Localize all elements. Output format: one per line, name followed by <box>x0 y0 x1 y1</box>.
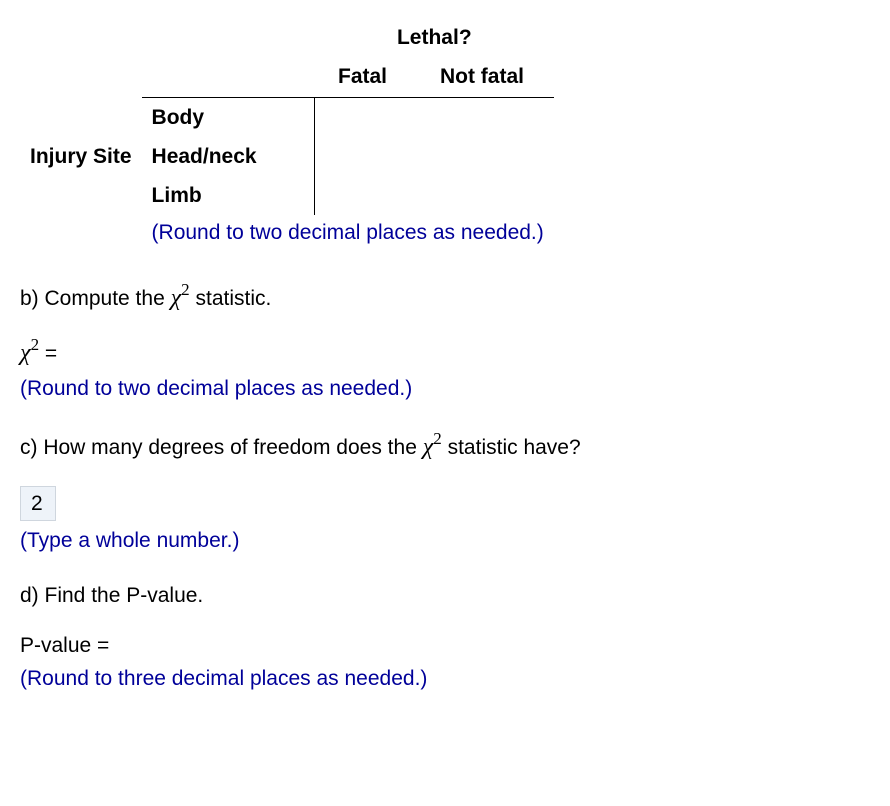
part-c-prompt: c) How many degrees of freedom does the … <box>20 430 870 463</box>
row-cat-headneck: Head/neck <box>142 137 315 176</box>
chi-symbol-b: χ <box>20 340 31 366</box>
part-d-answer-label: P-value = <box>20 634 109 657</box>
col-header-fatal: Fatal <box>315 57 410 97</box>
part-d: d) Find the P-value. P-value = (Round to… <box>20 582 870 692</box>
part-c-prompt-suffix: statistic have? <box>442 436 581 459</box>
chi-exponent-c: 2 <box>433 429 442 448</box>
row-cat-body: Body <box>142 97 315 137</box>
chi-symbol-c: χ <box>423 434 434 460</box>
part-c-prompt-prefix: c) How many degrees of freedom does the <box>20 436 423 459</box>
chi-exponent-b: 2 <box>31 335 40 354</box>
col-header-notfatal: Not fatal <box>410 57 554 97</box>
part-b-prompt-suffix: statistic. <box>190 287 272 310</box>
part-c: c) How many degrees of freedom does the … <box>20 430 870 554</box>
table-superheader: Lethal? <box>315 18 554 57</box>
cell-limb-fatal[interactable] <box>315 176 410 215</box>
row-axis-label: Injury Site <box>20 137 142 176</box>
cell-headneck-notfatal[interactable] <box>410 137 554 176</box>
contingency-table: Lethal? Fatal Not fatal Body Injury Site… <box>20 18 870 253</box>
chi-exponent: 2 <box>181 280 190 299</box>
part-b-hint: (Round to two decimal places as needed.) <box>20 375 870 402</box>
part-b-prompt: b) Compute the χ2 statistic. <box>20 281 870 314</box>
part-c-hint: (Type a whole number.) <box>20 527 870 554</box>
part-d-answer-line: P-value = <box>20 632 870 659</box>
cell-body-fatal[interactable] <box>315 97 410 137</box>
part-d-prompt: d) Find the P-value. <box>20 582 870 609</box>
chi-symbol: χ <box>171 285 182 311</box>
cell-limb-notfatal[interactable] <box>410 176 554 215</box>
cell-body-notfatal[interactable] <box>410 97 554 137</box>
part-b-prompt-prefix: b) Compute the <box>20 287 171 310</box>
part-c-answer-input[interactable]: 2 <box>20 486 56 521</box>
cell-headneck-fatal[interactable] <box>315 137 410 176</box>
part-b-equals: = <box>39 342 57 365</box>
row-cat-limb: Limb <box>142 176 315 215</box>
table-round-hint: (Round to two decimal places as needed.) <box>142 215 554 252</box>
part-b: b) Compute the χ2 statistic. χ2 = (Round… <box>20 281 870 403</box>
part-d-hint: (Round to three decimal places as needed… <box>20 665 870 692</box>
part-b-answer-line: χ2 = <box>20 336 870 369</box>
